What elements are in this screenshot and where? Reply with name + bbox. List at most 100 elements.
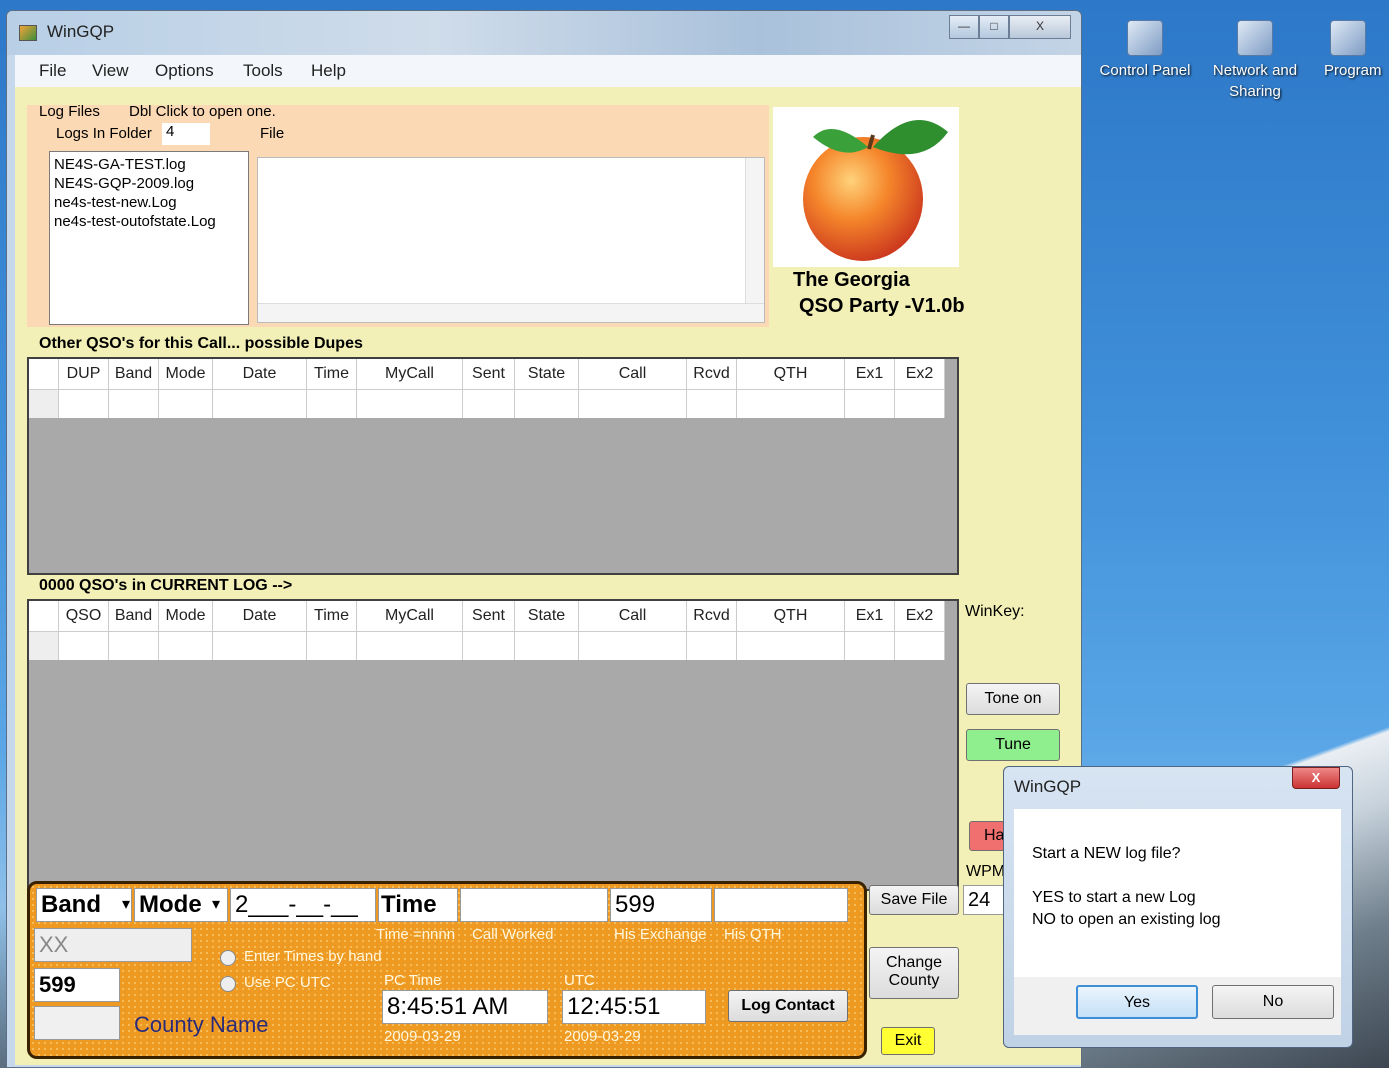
call-worked-hint: Call Worked: [472, 926, 554, 943]
desktop-icon-program[interactable]: Program: [1310, 12, 1389, 81]
column-header[interactable]: State: [515, 601, 579, 631]
dialog-close-button[interactable]: X: [1292, 767, 1340, 789]
log-contact-button[interactable]: Log Contact: [728, 990, 848, 1022]
main-window: WinGQP — □ X File View Options Tools Hel…: [6, 10, 1082, 1068]
enter-times-radio[interactable]: [220, 950, 236, 966]
use-utc-radio[interactable]: [220, 976, 236, 992]
county-name: County Name: [134, 1012, 269, 1037]
logs-in-folder-label: Logs In Folder: [56, 125, 152, 142]
log-file-item[interactable]: NE4S-GA-TEST.log: [50, 155, 248, 174]
file-label: File: [260, 125, 285, 142]
his-exchange-input[interactable]: 599: [610, 888, 712, 922]
table-row[interactable]: [29, 631, 945, 660]
dupes-title: Other QSO's for this Call... possible Du…: [39, 335, 363, 352]
vertical-scrollbar[interactable]: [745, 158, 764, 322]
no-button[interactable]: No: [1212, 985, 1334, 1019]
exit-button[interactable]: Exit: [881, 1027, 935, 1055]
log-file-item[interactable]: ne4s-test-outofstate.Log: [50, 212, 248, 231]
column-header[interactable]: [29, 359, 59, 389]
column-header[interactable]: Ex1: [845, 601, 895, 631]
his-qth-hint: His QTH: [724, 926, 782, 943]
menu-view[interactable]: View: [92, 61, 129, 81]
log-files-header: Log Files: [39, 103, 100, 120]
pc-time-label: PC Time: [384, 972, 442, 989]
close-button[interactable]: X: [1009, 15, 1071, 39]
minimize-button[interactable]: —: [949, 15, 979, 39]
menu-file[interactable]: File: [39, 61, 66, 81]
call-worked-input[interactable]: [460, 888, 608, 922]
column-header[interactable]: MyCall: [357, 601, 463, 631]
column-header[interactable]: Band: [109, 601, 159, 631]
logo-title-line2: QSO Party -V1.0b: [799, 295, 965, 317]
column-header[interactable]: QTH: [737, 359, 845, 389]
column-header[interactable]: Mode: [159, 601, 213, 631]
column-header[interactable]: Sent: [463, 601, 515, 631]
table-row[interactable]: [29, 389, 945, 418]
menu-bar: File View Options Tools Help: [15, 55, 1081, 87]
time-input[interactable]: Time: [378, 888, 458, 922]
chevron-down-icon: ▾: [212, 896, 221, 913]
file-preview-box[interactable]: [257, 157, 765, 323]
dupes-grid[interactable]: DUP Band Mode Date Time MyCall Sent Stat…: [27, 357, 959, 575]
log-file-item[interactable]: ne4s-test-new.Log: [50, 193, 248, 212]
xx-field[interactable]: XX: [34, 928, 192, 962]
current-log-grid[interactable]: QSO Band Mode Date Time MyCall Sent Stat…: [27, 599, 959, 891]
time-hint: Time =nnnn: [376, 926, 456, 943]
control-panel-icon: [1127, 20, 1163, 56]
column-header[interactable]: Rcvd: [687, 359, 737, 389]
column-header[interactable]: Time: [307, 601, 357, 631]
log-files-hint: Dbl Click to open one.: [129, 103, 276, 120]
menu-options[interactable]: Options: [155, 61, 214, 81]
yes-button[interactable]: Yes: [1076, 985, 1198, 1019]
maximize-button[interactable]: □: [979, 15, 1009, 39]
band-select[interactable]: Band: [36, 888, 132, 922]
app-icon: [19, 25, 37, 41]
column-header[interactable]: Time: [307, 359, 357, 389]
horizontal-scrollbar[interactable]: [258, 303, 764, 322]
logo-title-line1: The Georgia: [793, 269, 910, 291]
desktop-icon-network[interactable]: Network and Sharing: [1200, 12, 1310, 102]
column-header[interactable]: State: [515, 359, 579, 389]
sent-rst-input[interactable]: 599: [34, 968, 120, 1002]
column-header[interactable]: Call: [579, 601, 687, 631]
window-title: WinGQP: [47, 22, 115, 41]
desktop-icon-control-panel[interactable]: Control Panel: [1090, 12, 1200, 81]
log-file-item[interactable]: NE4S-GQP-2009.log: [50, 174, 248, 193]
column-header[interactable]: MyCall: [357, 359, 463, 389]
logs-in-folder-count: 4: [162, 123, 210, 145]
log-files-list[interactable]: NE4S-GA-TEST.log NE4S-GQP-2009.log ne4s-…: [49, 151, 249, 325]
menu-tools[interactable]: Tools: [243, 61, 283, 81]
column-header[interactable]: QTH: [737, 601, 845, 631]
peach-logo: [773, 107, 959, 267]
his-qth-input[interactable]: [714, 888, 848, 922]
desktop-icon-label: Program: [1324, 62, 1382, 79]
column-header[interactable]: Band: [109, 359, 159, 389]
column-header[interactable]: Date: [213, 359, 307, 389]
county-code-input[interactable]: [34, 1006, 120, 1040]
tune-button[interactable]: Tune: [966, 729, 1060, 761]
column-header[interactable]: Mode: [159, 359, 213, 389]
column-header[interactable]: DUP: [59, 359, 109, 389]
menu-help[interactable]: Help: [311, 61, 346, 81]
column-header[interactable]: Ex1: [845, 359, 895, 389]
change-county-button[interactable]: Change County: [869, 947, 959, 999]
column-header[interactable]: Sent: [463, 359, 515, 389]
column-header[interactable]: Date: [213, 601, 307, 631]
column-header[interactable]: Ex2: [895, 601, 945, 631]
utc-display: 12:45:51: [562, 990, 706, 1024]
column-header[interactable]: Rcvd: [687, 601, 737, 631]
column-header[interactable]: QSO: [59, 601, 109, 631]
column-header[interactable]: Ex2: [895, 359, 945, 389]
column-header[interactable]: [29, 601, 59, 631]
title-bar[interactable]: WinGQP — □ X: [7, 11, 1081, 55]
his-exchange-hint: His Exchange: [614, 926, 707, 943]
save-file-button[interactable]: Save File: [869, 885, 959, 915]
current-log-grid-header: QSO Band Mode Date Time MyCall Sent Stat…: [29, 601, 945, 631]
column-header[interactable]: Call: [579, 359, 687, 389]
utc-label: UTC: [564, 972, 595, 989]
winkey-label: WinKey:: [965, 603, 1025, 620]
tone-on-button[interactable]: Tone on: [966, 683, 1060, 715]
new-log-dialog: WinGQP X Start a NEW log file? YES to st…: [1003, 766, 1353, 1048]
dialog-title: WinGQP: [1014, 777, 1082, 796]
date-input[interactable]: 2___-__-__: [230, 888, 376, 922]
